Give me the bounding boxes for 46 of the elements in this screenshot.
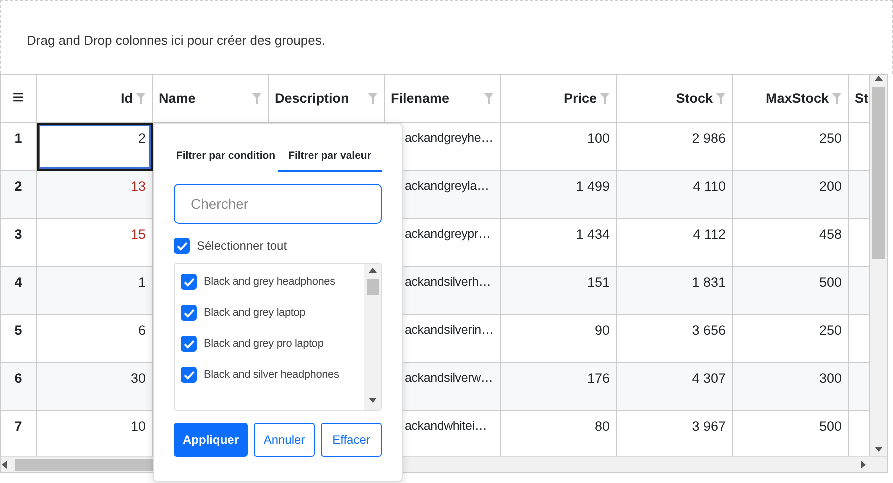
- filter-icon[interactable]: [600, 93, 610, 104]
- checkbox-label: Black and grey pro laptop: [204, 338, 324, 350]
- table-cell: ackandsilverh…: [405, 275, 492, 289]
- checkbox[interactable]: [181, 305, 197, 321]
- table-cell: ackandgreyhe…: [405, 131, 494, 145]
- filter-button[interactable]: Appliquer: [174, 423, 248, 457]
- filter-button[interactable]: Annuler: [254, 423, 315, 457]
- filter-icon[interactable]: [716, 93, 726, 104]
- scroll-thumb[interactable]: [872, 87, 885, 259]
- filter-icon[interactable]: [136, 93, 146, 104]
- filter-button[interactable]: Effacer: [321, 423, 382, 457]
- table-cell: ackandgreyla…: [405, 179, 490, 193]
- filter-icon[interactable]: [832, 93, 842, 104]
- table-cell: ackandwhitei…: [405, 419, 488, 433]
- column-title: Id: [121, 91, 133, 106]
- table-cell: ackandsilverin…: [405, 323, 494, 337]
- checkbox-label: Black and silver headphones: [204, 369, 340, 381]
- column-title: St: [855, 91, 868, 106]
- checkbox[interactable]: [174, 238, 190, 254]
- column-title: Name: [159, 91, 196, 106]
- checkbox-label: Sélectionner tout: [197, 239, 288, 253]
- column-title: Stock: [676, 91, 713, 106]
- column-title: Filename: [391, 91, 450, 106]
- checkbox[interactable]: [181, 367, 197, 383]
- checkbox[interactable]: [181, 336, 197, 352]
- checkbox-label: Black and grey laptop: [204, 307, 306, 319]
- table-cell: ackandgreypr…: [405, 227, 491, 241]
- checkbox-label: Black and grey headphones: [204, 276, 336, 288]
- filter-icon[interactable]: [484, 93, 494, 104]
- scroll-thumb[interactable]: [15, 458, 155, 470]
- filter-icon[interactable]: [252, 93, 262, 104]
- column-header[interactable]: Id: [37, 75, 153, 123]
- list-scrollbar[interactable]: [364, 264, 381, 410]
- group-panel-hint: Drag and Drop colonnes ici pour créer des groupes.: [27, 33, 326, 48]
- vertical-scrollbar[interactable]: [870, 75, 887, 456]
- column-title: Price: [564, 91, 597, 106]
- filter-tab[interactable]: Filtrer par condition: [174, 144, 278, 172]
- search-field[interactable]: Chercher: [174, 184, 382, 224]
- filter-tab[interactable]: Filtrer par valeur: [278, 144, 382, 172]
- filter-icon[interactable]: [368, 93, 378, 104]
- table-cell[interactable]: 2: [37, 123, 153, 171]
- table-cell: ackandsilverw…: [405, 371, 494, 385]
- checkbox[interactable]: [181, 274, 197, 290]
- scroll-thumb[interactable]: [366, 279, 378, 295]
- column-title: Description: [275, 91, 350, 106]
- column-title: MaxStock: [766, 91, 829, 106]
